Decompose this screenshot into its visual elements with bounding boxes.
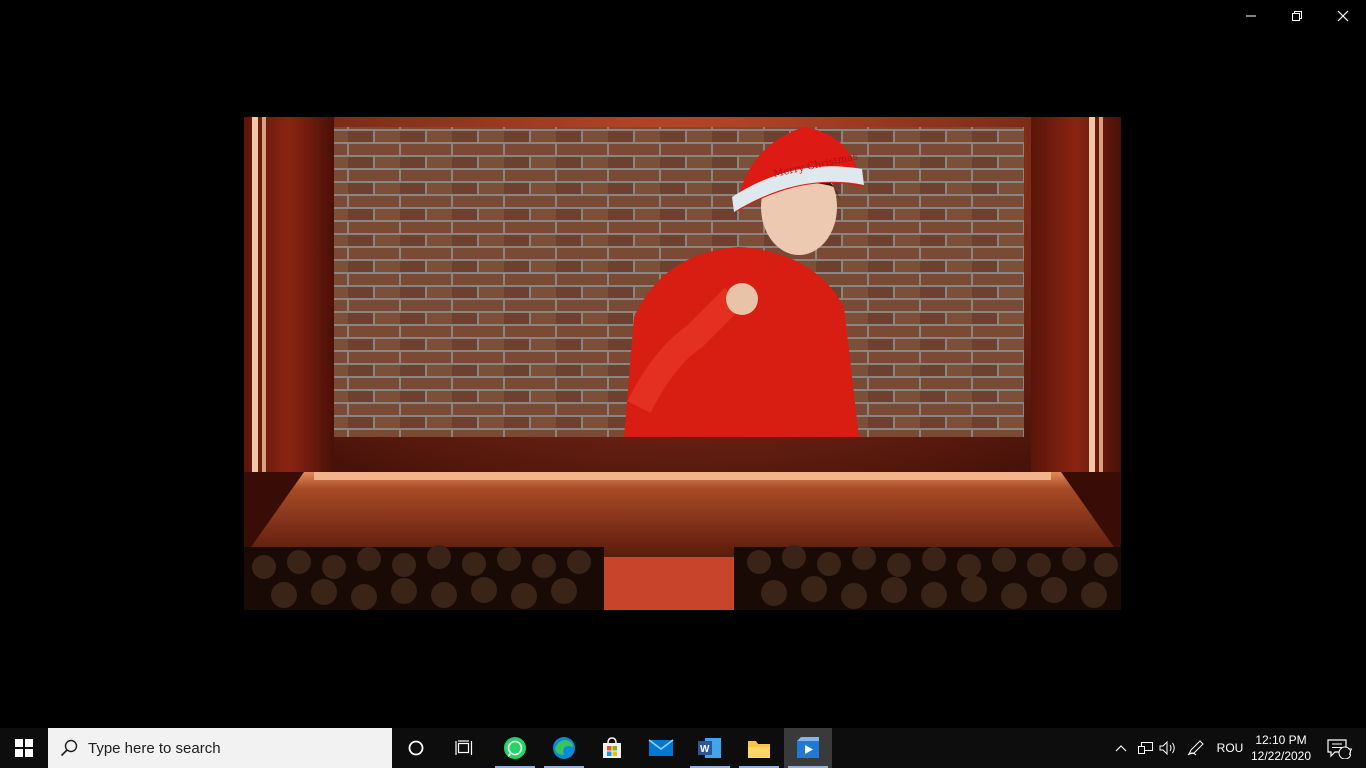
- chevron-up-icon: [1115, 745, 1127, 752]
- cortana-icon: [408, 740, 424, 756]
- network-button[interactable]: [1134, 728, 1156, 768]
- task-view-button[interactable]: [440, 728, 488, 768]
- word-taskbar-button[interactable]: W: [686, 728, 734, 768]
- network-icon: [1138, 742, 1153, 754]
- video-player-taskbar-button[interactable]: [784, 728, 832, 768]
- action-center-button[interactable]: 7: [1318, 728, 1358, 768]
- taskbar: Type here to search W ROU 12:10 PM 12/22…: [0, 728, 1366, 768]
- search-placeholder: Type here to search: [88, 739, 221, 757]
- mail-icon: [648, 739, 674, 756]
- notification-count: 7: [1347, 747, 1353, 757]
- pen-icon: [1187, 740, 1204, 756]
- restore-button[interactable]: [1274, 0, 1320, 32]
- volume-icon: [1159, 741, 1175, 755]
- store-taskbar-button[interactable]: [588, 728, 636, 768]
- input-language: ROU: [1216, 741, 1244, 755]
- whatsapp-taskbar-button[interactable]: [491, 728, 539, 768]
- input-language-button[interactable]: ROU: [1212, 728, 1248, 768]
- mail-taskbar-button[interactable]: [637, 728, 685, 768]
- whatsapp-icon: [504, 737, 526, 759]
- windows-logo-icon: [15, 739, 33, 757]
- close-icon: [1337, 10, 1349, 22]
- theater-scene-image: Merry Christmas: [244, 117, 1121, 610]
- edge-taskbar-button[interactable]: [540, 728, 588, 768]
- start-button[interactable]: [0, 728, 48, 768]
- restore-icon: [1292, 11, 1302, 21]
- clock-button[interactable]: 12:10 PM 12/22/2020: [1248, 728, 1314, 768]
- video-frame[interactable]: Merry Christmas: [244, 117, 1121, 610]
- word-icon: W: [698, 738, 721, 758]
- clock-date: 12/22/2020: [1250, 749, 1312, 763]
- cortana-button[interactable]: [392, 728, 440, 768]
- close-button[interactable]: [1320, 0, 1366, 32]
- task-view-icon: [455, 740, 473, 755]
- store-icon: [603, 737, 621, 758]
- pen-workspace-button[interactable]: [1184, 728, 1208, 768]
- minimize-icon: [1246, 15, 1256, 17]
- svg-text:W: W: [700, 744, 710, 755]
- clock-time: 12:10 PM: [1255, 733, 1307, 747]
- file-explorer-taskbar-button[interactable]: [735, 728, 783, 768]
- video-player-icon: [797, 737, 819, 758]
- search-box[interactable]: Type here to search: [48, 728, 392, 768]
- volume-button[interactable]: [1156, 728, 1180, 768]
- minimize-button[interactable]: [1228, 0, 1274, 32]
- show-hidden-icons-button[interactable]: [1110, 728, 1132, 768]
- file-explorer-icon: [748, 741, 770, 758]
- search-icon: [60, 739, 78, 757]
- edge-icon: [553, 737, 575, 759]
